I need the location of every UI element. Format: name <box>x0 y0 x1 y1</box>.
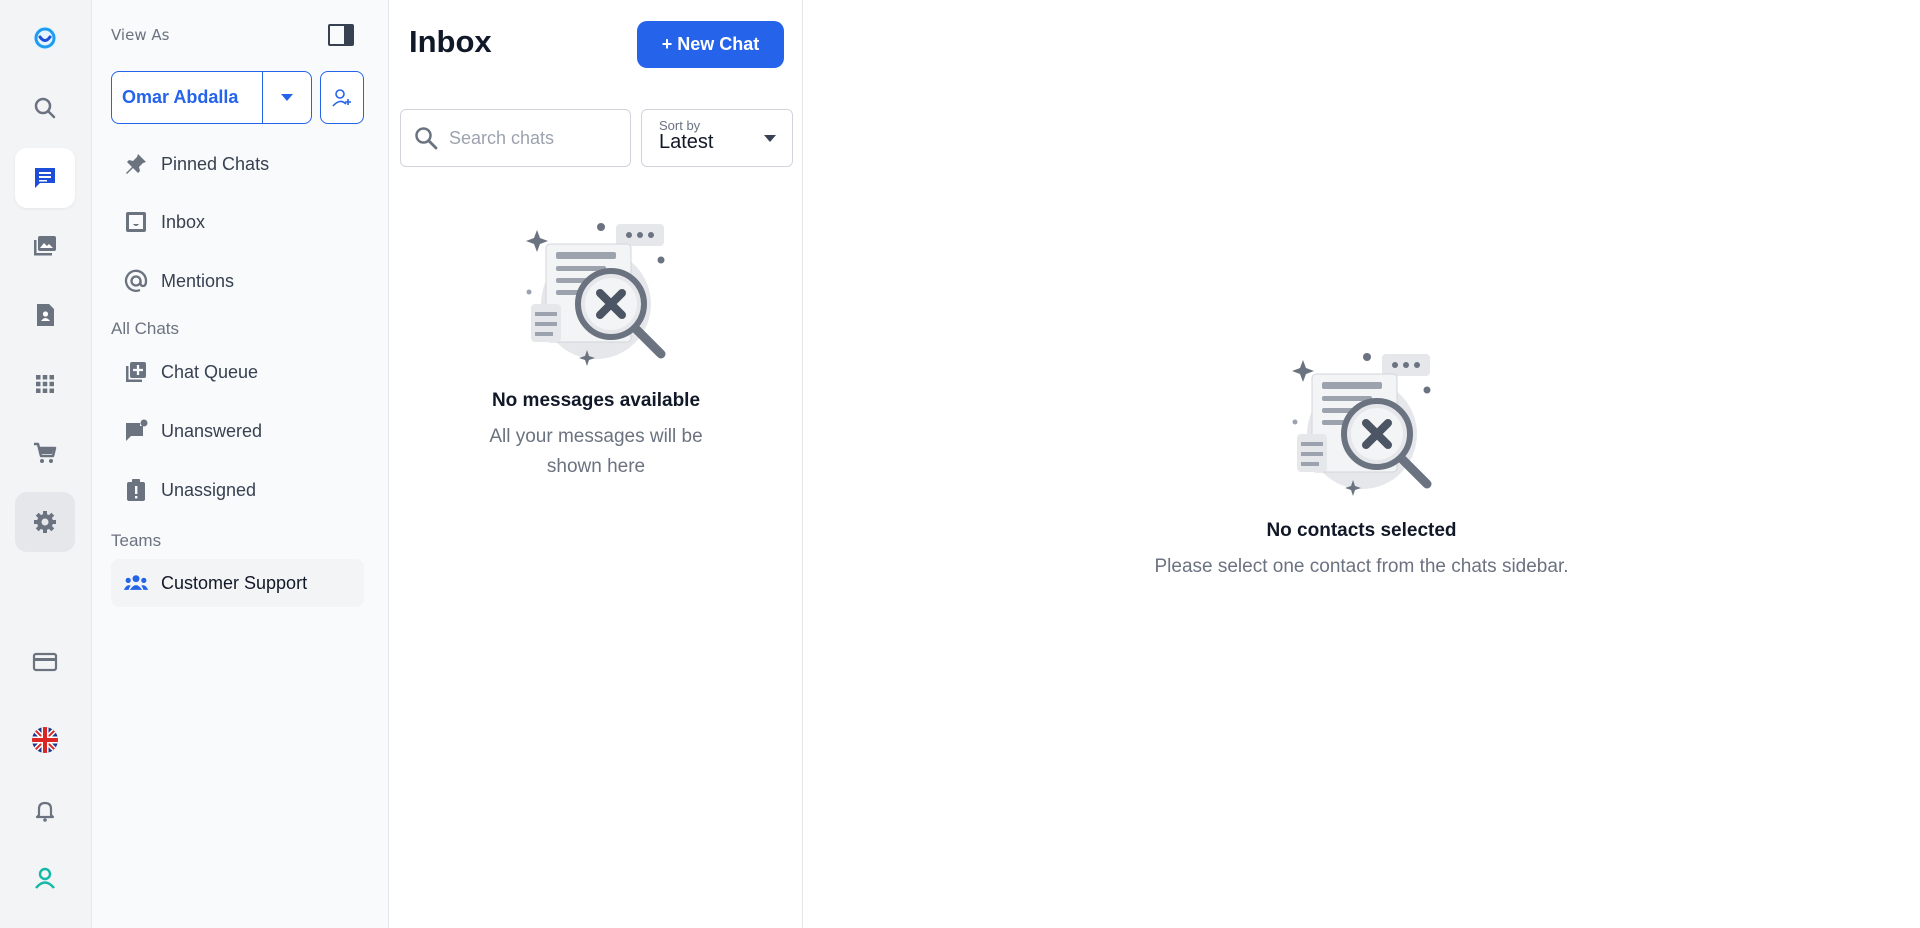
add-user-icon <box>332 88 351 107</box>
unread-chat-icon <box>111 418 161 444</box>
contact-card-icon[interactable] <box>15 285 75 345</box>
app: View As Omar Abdalla Pinned Chats Inbox … <box>0 0 1920 928</box>
chat-icon[interactable] <box>15 148 75 208</box>
chevron-down-icon <box>764 135 776 142</box>
icon-rail <box>0 0 92 928</box>
no-contacts-subtitle: Please select one contact from the chats… <box>1154 556 1569 577</box>
sidebar-item-unassigned[interactable]: Unassigned <box>111 466 364 514</box>
sidebar-item-label: Unassigned <box>161 479 257 500</box>
no-contacts-title: No contacts selected <box>1266 520 1457 541</box>
clipboard-alert-icon <box>111 477 161 503</box>
search-icon <box>415 127 438 150</box>
cart-icon[interactable] <box>15 423 75 483</box>
selected-user: Omar Abdalla <box>122 87 239 107</box>
view-as-user-select[interactable]: Omar Abdalla <box>111 71 312 124</box>
inbox-icon <box>111 209 161 235</box>
team-label: Customer Support <box>161 572 308 593</box>
sidebar-item-unanswered[interactable]: Unanswered <box>111 407 364 455</box>
chevron-down-icon[interactable] <box>262 72 311 123</box>
add-user-button[interactable] <box>320 71 364 124</box>
search-icon[interactable] <box>15 78 75 138</box>
all-chats-heading: All Chats <box>111 319 180 338</box>
sidebar-item-pinned-chats[interactable]: Pinned Chats <box>111 140 364 188</box>
sidebar-item-inbox[interactable]: Inbox <box>111 198 364 246</box>
settings-icon[interactable] <box>15 492 75 552</box>
no-results-illustration-icon <box>1291 353 1431 496</box>
sidebar-item-label: Mentions <box>161 270 235 291</box>
sidebar-item-customer-support[interactable]: Customer Support <box>111 559 364 607</box>
queue-add-icon <box>111 359 161 385</box>
bell-icon[interactable] <box>15 780 75 840</box>
sidebar-item-label: Unanswered <box>161 420 263 441</box>
teams-heading: Teams <box>111 531 162 550</box>
chats-sidebar: View As Omar Abdalla Pinned Chats Inbox … <box>92 0 389 928</box>
no-results-illustration-icon <box>526 223 666 366</box>
page-title: Inbox <box>409 24 492 59</box>
sort-select[interactable]: Sort by Latest <box>641 109 793 167</box>
sidebar-item-chat-queue[interactable]: Chat Queue <box>111 348 364 396</box>
new-chat-button[interactable]: + New Chat <box>637 21 784 68</box>
chat-main-area: No contacts selected Please select one c… <box>803 0 1920 928</box>
panel-toggle-icon[interactable] <box>328 24 354 46</box>
empty-state-subtitle: All your messages will be shown here <box>489 426 703 477</box>
no-contact-state: No contacts selected Please select one c… <box>803 352 1920 582</box>
view-as-label: View As <box>111 26 170 44</box>
empty-state: No messages available All your messages … <box>389 222 803 482</box>
credit-card-icon[interactable] <box>15 632 75 692</box>
sidebar-item-mentions[interactable]: Mentions <box>111 257 364 305</box>
media-library-icon[interactable] <box>15 216 75 276</box>
profile-icon[interactable] <box>15 848 75 908</box>
empty-state-title: No messages available <box>491 390 701 411</box>
team-icon <box>111 570 161 596</box>
pin-icon <box>111 151 161 177</box>
sidebar-item-label: Pinned Chats <box>161 153 270 174</box>
sidebar-item-label: Inbox <box>161 211 206 232</box>
inbox-panel: Inbox + New Chat Sort by Latest <box>389 0 803 928</box>
app-logo-icon[interactable] <box>15 8 75 68</box>
at-sign-icon <box>111 268 161 294</box>
apps-grid-icon[interactable] <box>15 354 75 414</box>
search-input[interactable] <box>449 127 619 149</box>
uk-flag-icon[interactable] <box>15 710 75 770</box>
search-box[interactable] <box>400 109 631 167</box>
sidebar-item-label: Chat Queue <box>161 361 259 382</box>
